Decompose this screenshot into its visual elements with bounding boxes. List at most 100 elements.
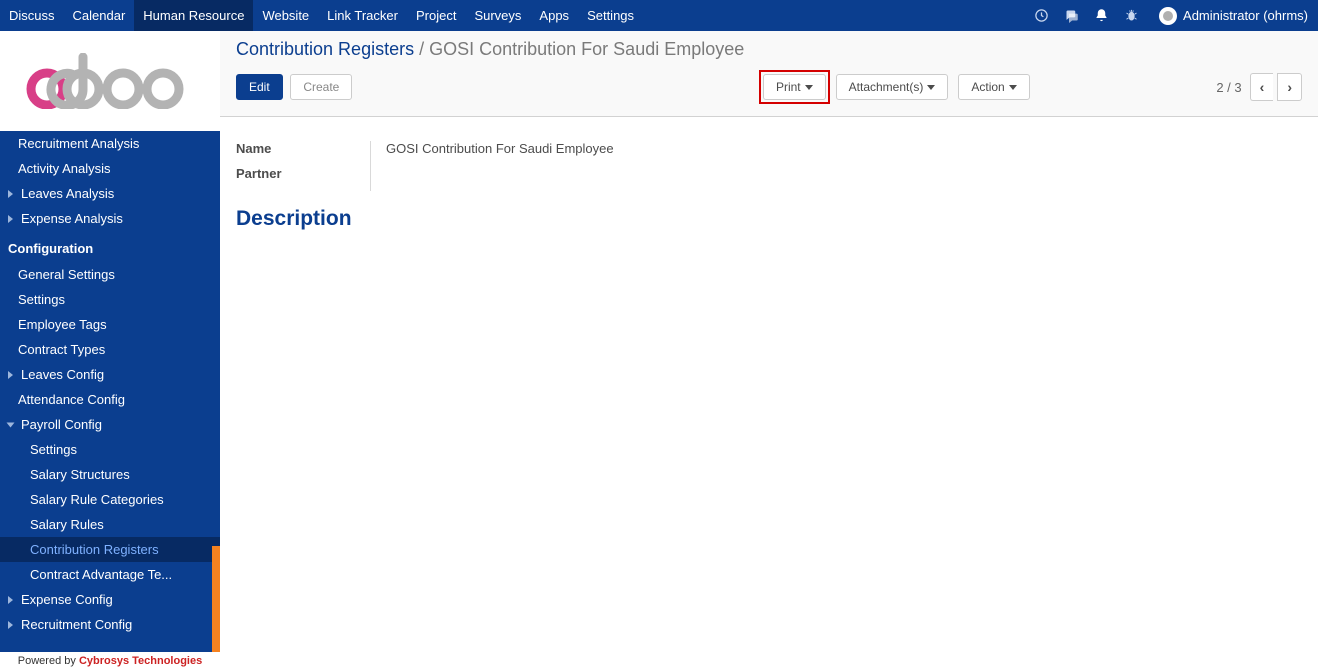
sidebar-item-label: Recruitment Analysis — [18, 136, 139, 151]
nav-menu: Discuss Calendar Human Resource Website … — [0, 0, 643, 31]
powered-label: Powered by — [18, 655, 79, 667]
pager-next-button[interactable]: › — [1277, 73, 1302, 101]
breadcrumb-current: GOSI Contribution For Saudi Employee — [429, 39, 744, 59]
sidebar-item-contribution-registers[interactable]: Contribution Registers — [0, 537, 220, 562]
sidebar-item-label: Leaves Config — [21, 367, 104, 382]
caret-icon — [7, 422, 15, 427]
sidebar-item-salary-structures[interactable]: Salary Structures — [0, 462, 220, 487]
sidebar-item-activity-analysis[interactable]: Activity Analysis — [0, 156, 220, 181]
caret-icon — [8, 596, 13, 604]
sidebar-item-label: Expense Config — [21, 592, 113, 607]
sidebar-item-recruitment-config[interactable]: Recruitment Config — [0, 612, 220, 637]
nav-calendar[interactable]: Calendar — [64, 0, 135, 31]
breadcrumb-sep: / — [414, 39, 429, 59]
top-navbar: Discuss Calendar Human Resource Website … — [0, 0, 1318, 31]
sidebar-item-label: Activity Analysis — [18, 161, 110, 176]
sidebar-item-label: Salary Rules — [30, 517, 104, 532]
caret-icon — [8, 215, 13, 223]
content-area: Contribution Registers / GOSI Contributi… — [220, 31, 1318, 670]
sidebar-item-employee-tags[interactable]: Employee Tags — [0, 312, 220, 337]
field-value-name: GOSI Contribution For Saudi Employee — [386, 141, 614, 156]
sidebar-item-label: Contract Advantage Te... — [30, 567, 172, 582]
sidebar: Recruitment Analysis Activity Analysis L… — [0, 31, 220, 670]
create-button[interactable]: Create — [290, 74, 352, 100]
chat-icon[interactable] — [1063, 8, 1079, 24]
print-label: Print — [776, 80, 801, 94]
nav-surveys[interactable]: Surveys — [465, 0, 530, 31]
clock-icon[interactable] — [1033, 8, 1049, 24]
caret-down-icon — [1009, 85, 1017, 90]
print-button[interactable]: Print — [763, 74, 826, 100]
section-description-title: Description — [236, 207, 1302, 231]
navbar-icons — [1023, 0, 1149, 31]
chevron-left-icon: ‹ — [1260, 79, 1265, 95]
user-label: Administrator (ohrms) — [1183, 8, 1308, 23]
chevron-right-icon: › — [1287, 79, 1292, 95]
sidebar-item-settings[interactable]: Settings — [0, 287, 220, 312]
field-label-name: Name — [236, 141, 386, 156]
attachments-button[interactable]: Attachment(s) — [836, 74, 949, 100]
sidebar-section-configuration: Configuration — [0, 231, 220, 262]
sidebar-item-label: Expense Analysis — [21, 211, 123, 226]
sidebar-item-label: Salary Structures — [30, 467, 130, 482]
control-panel: Contribution Registers / GOSI Contributi… — [220, 31, 1318, 117]
nav-project[interactable]: Project — [407, 0, 465, 31]
caret-down-icon — [927, 85, 935, 90]
cp-right: 2 / 3 ‹ › — [1216, 73, 1302, 101]
caret-icon — [8, 190, 13, 198]
sidebar-item-leaves-analysis[interactable]: Leaves Analysis — [0, 181, 220, 206]
nav-website[interactable]: Website — [253, 0, 318, 31]
sidebar-item-general-settings[interactable]: General Settings — [0, 262, 220, 287]
nav-settings[interactable]: Settings — [578, 0, 643, 31]
sidebar-item-label: Payroll Config — [21, 417, 102, 432]
sidebar-item-salary-rules[interactable]: Salary Rules — [0, 512, 220, 537]
pager-buttons: ‹ › — [1250, 73, 1302, 101]
breadcrumb: Contribution Registers / GOSI Contributi… — [236, 39, 1302, 60]
sidebar-item-contract-types[interactable]: Contract Types — [0, 337, 220, 362]
edit-button[interactable]: Edit — [236, 74, 283, 100]
logo[interactable] — [0, 31, 220, 131]
attachments-label: Attachment(s) — [849, 80, 924, 94]
user-menu[interactable]: Administrator (ohrms) — [1149, 0, 1318, 31]
caret-down-icon — [805, 85, 813, 90]
sidebar-item-leaves-config[interactable]: Leaves Config — [0, 362, 220, 387]
sidebar-item-salary-rule-categories[interactable]: Salary Rule Categories — [0, 487, 220, 512]
field-divider — [370, 141, 371, 191]
sidebar-item-label: Contract Types — [18, 342, 105, 357]
bug-icon[interactable] — [1123, 8, 1139, 24]
nav-apps[interactable]: Apps — [530, 0, 578, 31]
nav-link-tracker[interactable]: Link Tracker — [318, 0, 407, 31]
nav-discuss[interactable]: Discuss — [0, 0, 64, 31]
sidebar-item-label: Recruitment Config — [21, 617, 132, 632]
sidebar-item-label: Employee Tags — [18, 317, 107, 332]
action-button[interactable]: Action — [958, 74, 1029, 100]
form-sheet: Name GOSI Contribution For Saudi Employe… — [220, 117, 1318, 255]
sidebar-item-contract-advantage[interactable]: Contract Advantage Te... — [0, 562, 220, 587]
sidebar-item-payroll-settings[interactable]: Settings — [0, 437, 220, 462]
sidebar-item-label: Attendance Config — [18, 392, 125, 407]
sidebar-item-expense-analysis[interactable]: Expense Analysis — [0, 206, 220, 231]
powered-by: Powered by Cybrosys Technologies — [0, 652, 220, 670]
field-label-partner: Partner — [236, 166, 386, 181]
breadcrumb-root[interactable]: Contribution Registers — [236, 39, 414, 59]
avatar-icon — [1159, 7, 1177, 25]
sidebar-item-payroll-config[interactable]: Payroll Config — [0, 412, 220, 437]
sidebar-item-recruitment-analysis[interactable]: Recruitment Analysis — [0, 131, 220, 156]
sidebar-item-expense-config[interactable]: Expense Config — [0, 587, 220, 612]
caret-icon — [8, 371, 13, 379]
sidebar-item-label: Settings — [30, 442, 77, 457]
print-highlight-box: Print — [759, 70, 830, 104]
pager-prev-button[interactable]: ‹ — [1250, 73, 1274, 101]
sidebar-item-label: Contribution Registers — [30, 542, 159, 557]
sidebar-item-label: Leaves Analysis — [21, 186, 114, 201]
sidebar-item-label: Salary Rule Categories — [30, 492, 164, 507]
sidebar-item-label: Settings — [18, 292, 65, 307]
sidebar-item-attendance-config[interactable]: Attendance Config — [0, 387, 220, 412]
cp-left: Edit Create — [236, 74, 352, 100]
pager-text[interactable]: 2 / 3 — [1216, 80, 1241, 95]
bell-icon[interactable] — [1093, 8, 1109, 24]
sidebar-item-label: General Settings — [18, 267, 115, 282]
cp-center: Print Attachment(s) Action — [539, 70, 1030, 104]
powered-company[interactable]: Cybrosys Technologies — [79, 655, 202, 667]
nav-human-resource[interactable]: Human Resource — [134, 0, 253, 31]
